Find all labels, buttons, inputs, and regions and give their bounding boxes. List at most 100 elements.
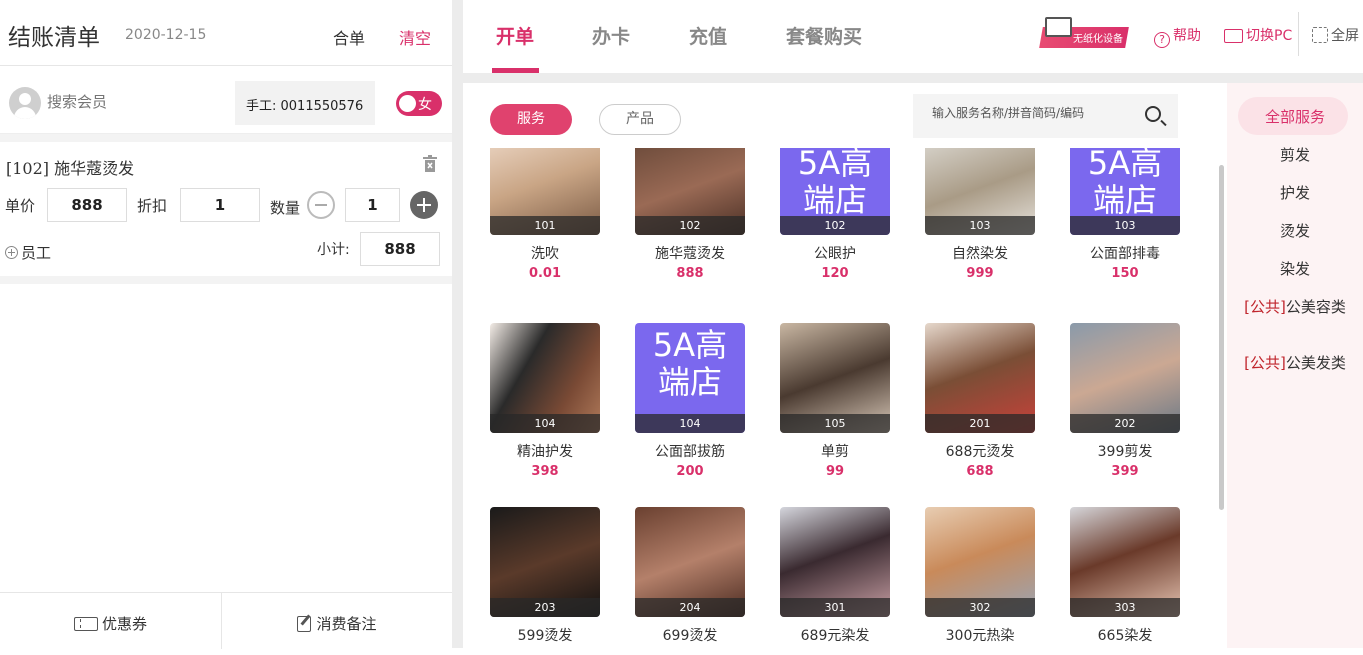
service-code: 103 xyxy=(1070,216,1180,235)
qty-plus-button[interactable] xyxy=(410,191,438,219)
service-card[interactable]: 5A高 端店 104 公面部拔筋 200 xyxy=(635,323,745,479)
service-name: 精油护发 xyxy=(517,444,573,460)
trash-icon[interactable] xyxy=(422,155,438,173)
placeholder-text: 5A高 端店 xyxy=(797,148,873,219)
service-code: 102 xyxy=(635,216,745,235)
service-photo: 302 xyxy=(925,507,1035,617)
service-search-input[interactable] xyxy=(932,106,1132,120)
service-card[interactable]: 303 665染发 xyxy=(1070,507,1180,645)
category-item[interactable]: 全部服务 xyxy=(1227,109,1363,126)
service-photo: 105 xyxy=(780,323,890,433)
service-card[interactable]: 202 399剪发 399 xyxy=(1070,323,1180,479)
service-card[interactable]: 204 699烫发 xyxy=(635,507,745,645)
filter-product-button[interactable]: 产品 xyxy=(599,104,681,135)
service-name: 施华蔻烫发 xyxy=(655,246,725,262)
service-photo: 301 xyxy=(780,507,890,617)
tab-card[interactable]: 办卡 xyxy=(592,22,630,49)
category-sidebar: 全部服务 剪发 护发 烫发 染发 [公共]公美容类 [公共]公美发类 xyxy=(1227,83,1363,648)
discount-label: 折扣 xyxy=(137,197,168,215)
category-item[interactable]: 剪发 xyxy=(1227,147,1363,164)
category-item[interactable]: 烫发 xyxy=(1227,223,1363,240)
panel-divider xyxy=(452,0,463,648)
clear-button[interactable]: 清空 xyxy=(399,25,431,49)
add-circle-icon xyxy=(5,246,18,259)
grid-scrollbar[interactable] xyxy=(1219,165,1224,510)
add-staff-button[interactable]: 员工 xyxy=(5,242,51,263)
category-prefix: [公共] xyxy=(1244,354,1286,372)
service-price: 399 xyxy=(1111,464,1139,479)
switch-pc-button[interactable]: 切换PC xyxy=(1224,25,1292,45)
section-divider xyxy=(0,134,452,142)
tab-open-order[interactable]: 开单 xyxy=(496,22,534,49)
service-photo: 101 xyxy=(490,148,600,235)
fullscreen-label: 全屏 xyxy=(1331,28,1359,44)
placeholder-text: 5A高 端店 xyxy=(652,326,728,401)
service-photo: 204 xyxy=(635,507,745,617)
service-code: 104 xyxy=(490,414,600,433)
subtotal-field[interactable]: 888 xyxy=(360,232,440,266)
member-search-input[interactable] xyxy=(47,94,197,111)
service-name: 洗吹 xyxy=(531,246,559,262)
tab-package-purchase[interactable]: 套餐购买 xyxy=(786,22,862,49)
service-card[interactable]: 203 599烫发 xyxy=(490,507,600,645)
service-name: 665染发 xyxy=(1097,628,1153,644)
gender-label: 女 xyxy=(418,97,432,113)
qty-label: 数量 xyxy=(270,199,301,217)
service-card[interactable]: 104 精油护发 398 xyxy=(490,323,600,479)
merge-button[interactable]: 合单 xyxy=(333,25,365,49)
category-item[interactable]: [公共]公美容类 xyxy=(1227,299,1363,316)
service-photo: 102 xyxy=(635,148,745,235)
toggle-knob xyxy=(399,95,416,112)
gender-toggle[interactable]: 女 xyxy=(396,91,442,116)
category-item[interactable]: 护发 xyxy=(1227,185,1363,202)
help-button[interactable]: ? 帮助 xyxy=(1154,25,1201,48)
coupon-button[interactable]: 优惠券 xyxy=(0,593,221,649)
coupon-icon xyxy=(73,617,98,631)
service-card[interactable]: 5A高 端店 103 公面部排毒 150 xyxy=(1070,148,1180,281)
discount-field[interactable]: 1 xyxy=(180,188,260,222)
qty-minus-button[interactable] xyxy=(307,191,335,219)
tab-recharge[interactable]: 充值 xyxy=(689,22,727,49)
service-card[interactable]: 101 洗吹 0.01 xyxy=(490,148,600,281)
switch-pc-label: 切换PC xyxy=(1246,28,1293,44)
service-name: 599烫发 xyxy=(517,628,573,644)
service-code: 302 xyxy=(925,598,1035,617)
service-card[interactable]: 201 688元烫发 688 xyxy=(925,323,1035,479)
service-card[interactable]: 105 单剪 99 xyxy=(780,323,890,479)
unit-price-field[interactable]: 888 xyxy=(47,188,127,222)
note-edit-icon xyxy=(297,616,312,632)
service-photo: 202 xyxy=(1070,323,1180,433)
service-card[interactable]: 5A高 端店 102 公眼护 120 xyxy=(780,148,890,281)
placeholder-image: 5A高 端店 103 xyxy=(1070,148,1180,235)
filter-service-button[interactable]: 服务 xyxy=(490,104,572,135)
consumption-note-button[interactable]: 消费备注 xyxy=(222,593,452,649)
category-item[interactable]: [公共]公美发类 xyxy=(1227,355,1363,372)
category-label: 全部服务 xyxy=(1264,108,1325,126)
service-name: 399剪发 xyxy=(1097,444,1153,460)
checkout-footer: 优惠券 消费备注 xyxy=(0,592,452,649)
service-name: 单剪 xyxy=(821,444,849,460)
category-label: 护发 xyxy=(1279,184,1310,202)
checkout-title: 结账清单 xyxy=(8,25,100,51)
category-label: 剪发 xyxy=(1279,146,1310,164)
service-price: 0.01 xyxy=(528,266,562,281)
service-code: 104 xyxy=(635,414,745,433)
paperless-device-button[interactable]: 无纸化设备 xyxy=(1039,17,1129,48)
service-price: 688 xyxy=(966,464,994,479)
fullscreen-button[interactable]: 全屏 xyxy=(1312,25,1359,45)
service-name: 公眼护 xyxy=(814,246,856,262)
service-card[interactable]: 103 自然染发 999 xyxy=(925,148,1035,281)
category-item[interactable]: 染发 xyxy=(1227,261,1363,278)
service-name: 688元烫发 xyxy=(945,444,1015,460)
subtotal-label: 小计: xyxy=(317,242,350,258)
service-card[interactable]: 102 施华蔻烫发 888 xyxy=(635,148,745,281)
qty-field[interactable]: 1 xyxy=(345,188,400,222)
category-label: 公美容类 xyxy=(1285,298,1346,316)
help-icon: ? xyxy=(1154,32,1170,48)
service-code: 103 xyxy=(925,216,1035,235)
service-card[interactable]: 301 689元染发 xyxy=(780,507,890,645)
service-card[interactable]: 302 300元热染 xyxy=(925,507,1035,645)
search-icon[interactable] xyxy=(1145,106,1161,122)
member-avatar-icon xyxy=(9,87,41,119)
service-price: 150 xyxy=(1111,266,1139,281)
